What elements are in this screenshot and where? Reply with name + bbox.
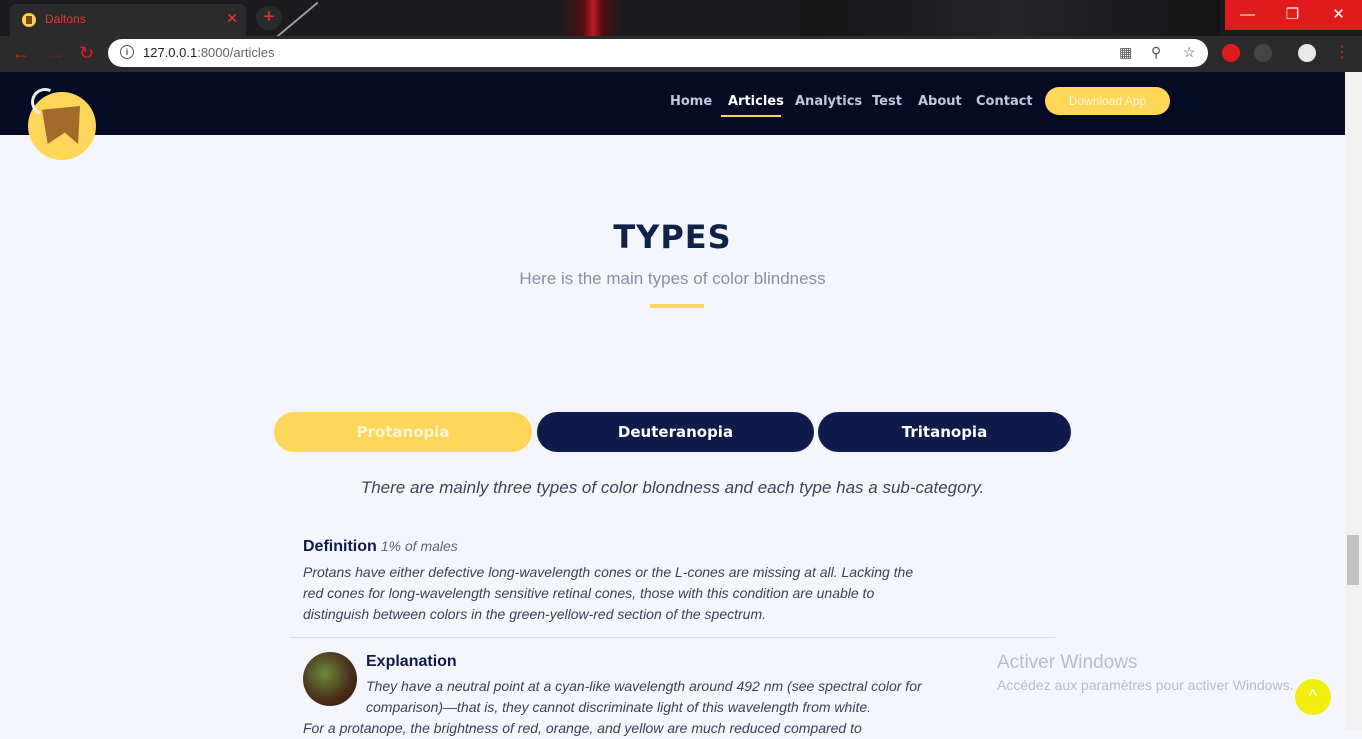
back-arrow-icon[interactable]: ← [12, 42, 30, 64]
adblock-extension-icon[interactable] [1222, 44, 1240, 62]
explanation-title: Explanation [366, 653, 457, 670]
windows-activation-title: Activer Windows [997, 652, 1138, 673]
tab-deuteranopia[interactable]: Deuteranopia [537, 412, 814, 452]
explanation-image [303, 652, 357, 706]
translate-icon[interactable]: ▦ [1119, 44, 1132, 61]
minimize-button[interactable]: — [1225, 0, 1270, 30]
site-info-icon[interactable]: i [120, 45, 134, 59]
browser-tab[interactable]: Daltons ✕ [10, 4, 246, 36]
section-subtitle: Here is the main types of color blindnes… [519, 269, 826, 288]
browser-titlebar: Daltons ✕ + — ❐ ✕ [0, 0, 1362, 36]
zoom-icon[interactable]: ⚲ [1151, 44, 1161, 61]
definition-body: Protans have either defective long-wavel… [303, 564, 914, 622]
address-bar[interactable]: i 127.0.0.1:8000/articles ▦ ⚲ ☆ [108, 39, 1208, 67]
reload-icon[interactable]: ↻ [79, 42, 94, 64]
types-intro: There are mainly three types of color bl… [360, 478, 985, 497]
tab-tritanopia[interactable]: Tritanopia [818, 412, 1071, 452]
definition-title: Definition [303, 538, 377, 555]
menu-dots-icon[interactable]: ⋮ [1334, 42, 1350, 64]
explanation-body: They have a neutral point at a cyan-like… [366, 678, 922, 715]
tab-protanopia[interactable]: Protanopia [274, 412, 532, 452]
explanation-continued: For a protanope, the brightness of red, … [303, 720, 862, 736]
nav-active-underline [721, 115, 781, 117]
definition-meta: 1% of males [380, 538, 458, 554]
restore-button[interactable]: ❐ [1270, 0, 1315, 30]
nav-articles[interactable]: Articles [728, 94, 784, 109]
bookmark-star-icon[interactable]: ☆ [1183, 44, 1196, 61]
content-divider [290, 637, 1055, 638]
nav-about[interactable]: About [918, 94, 962, 109]
nav-contact[interactable]: Contact [976, 94, 1033, 109]
scrollbar-thumb[interactable] [1347, 535, 1359, 585]
broadcast-extension-icon[interactable] [1254, 44, 1272, 62]
nav-home[interactable]: Home [670, 94, 712, 109]
scroll-to-top-button[interactable]: ^ [1295, 679, 1331, 715]
titlebar-wallpaper [800, 0, 1220, 36]
forward-arrow-icon[interactable]: → [47, 42, 65, 64]
daltons-favicon-icon [22, 13, 36, 27]
close-window-button[interactable]: ✕ [1315, 0, 1362, 30]
download-app-button[interactable]: Download App [1045, 87, 1170, 115]
title-accent-bar [650, 304, 704, 308]
windows-activation-subtitle: Accédez aux paramètres pour activer Wind… [997, 677, 1294, 693]
page-scrollbar[interactable] [1345, 72, 1362, 730]
nav-analytics[interactable]: Analytics [795, 94, 862, 109]
nav-test[interactable]: Test [872, 94, 902, 109]
titlebar-wallpaper-glow [560, 0, 620, 36]
definition-heading: Definition 1% of males [303, 538, 458, 556]
browser-toolbar: ← → ↻ i 127.0.0.1:8000/articles ▦ ⚲ ☆ ⋮ [0, 36, 1362, 72]
profile-avatar[interactable] [1298, 44, 1316, 62]
tab-title: Daltons [45, 12, 86, 26]
tab-close-icon[interactable]: ✕ [226, 10, 238, 27]
url-text[interactable]: 127.0.0.1:8000/articles [143, 45, 275, 60]
new-tab-button[interactable]: + [256, 6, 282, 30]
section-title: TYPES [613, 218, 732, 256]
